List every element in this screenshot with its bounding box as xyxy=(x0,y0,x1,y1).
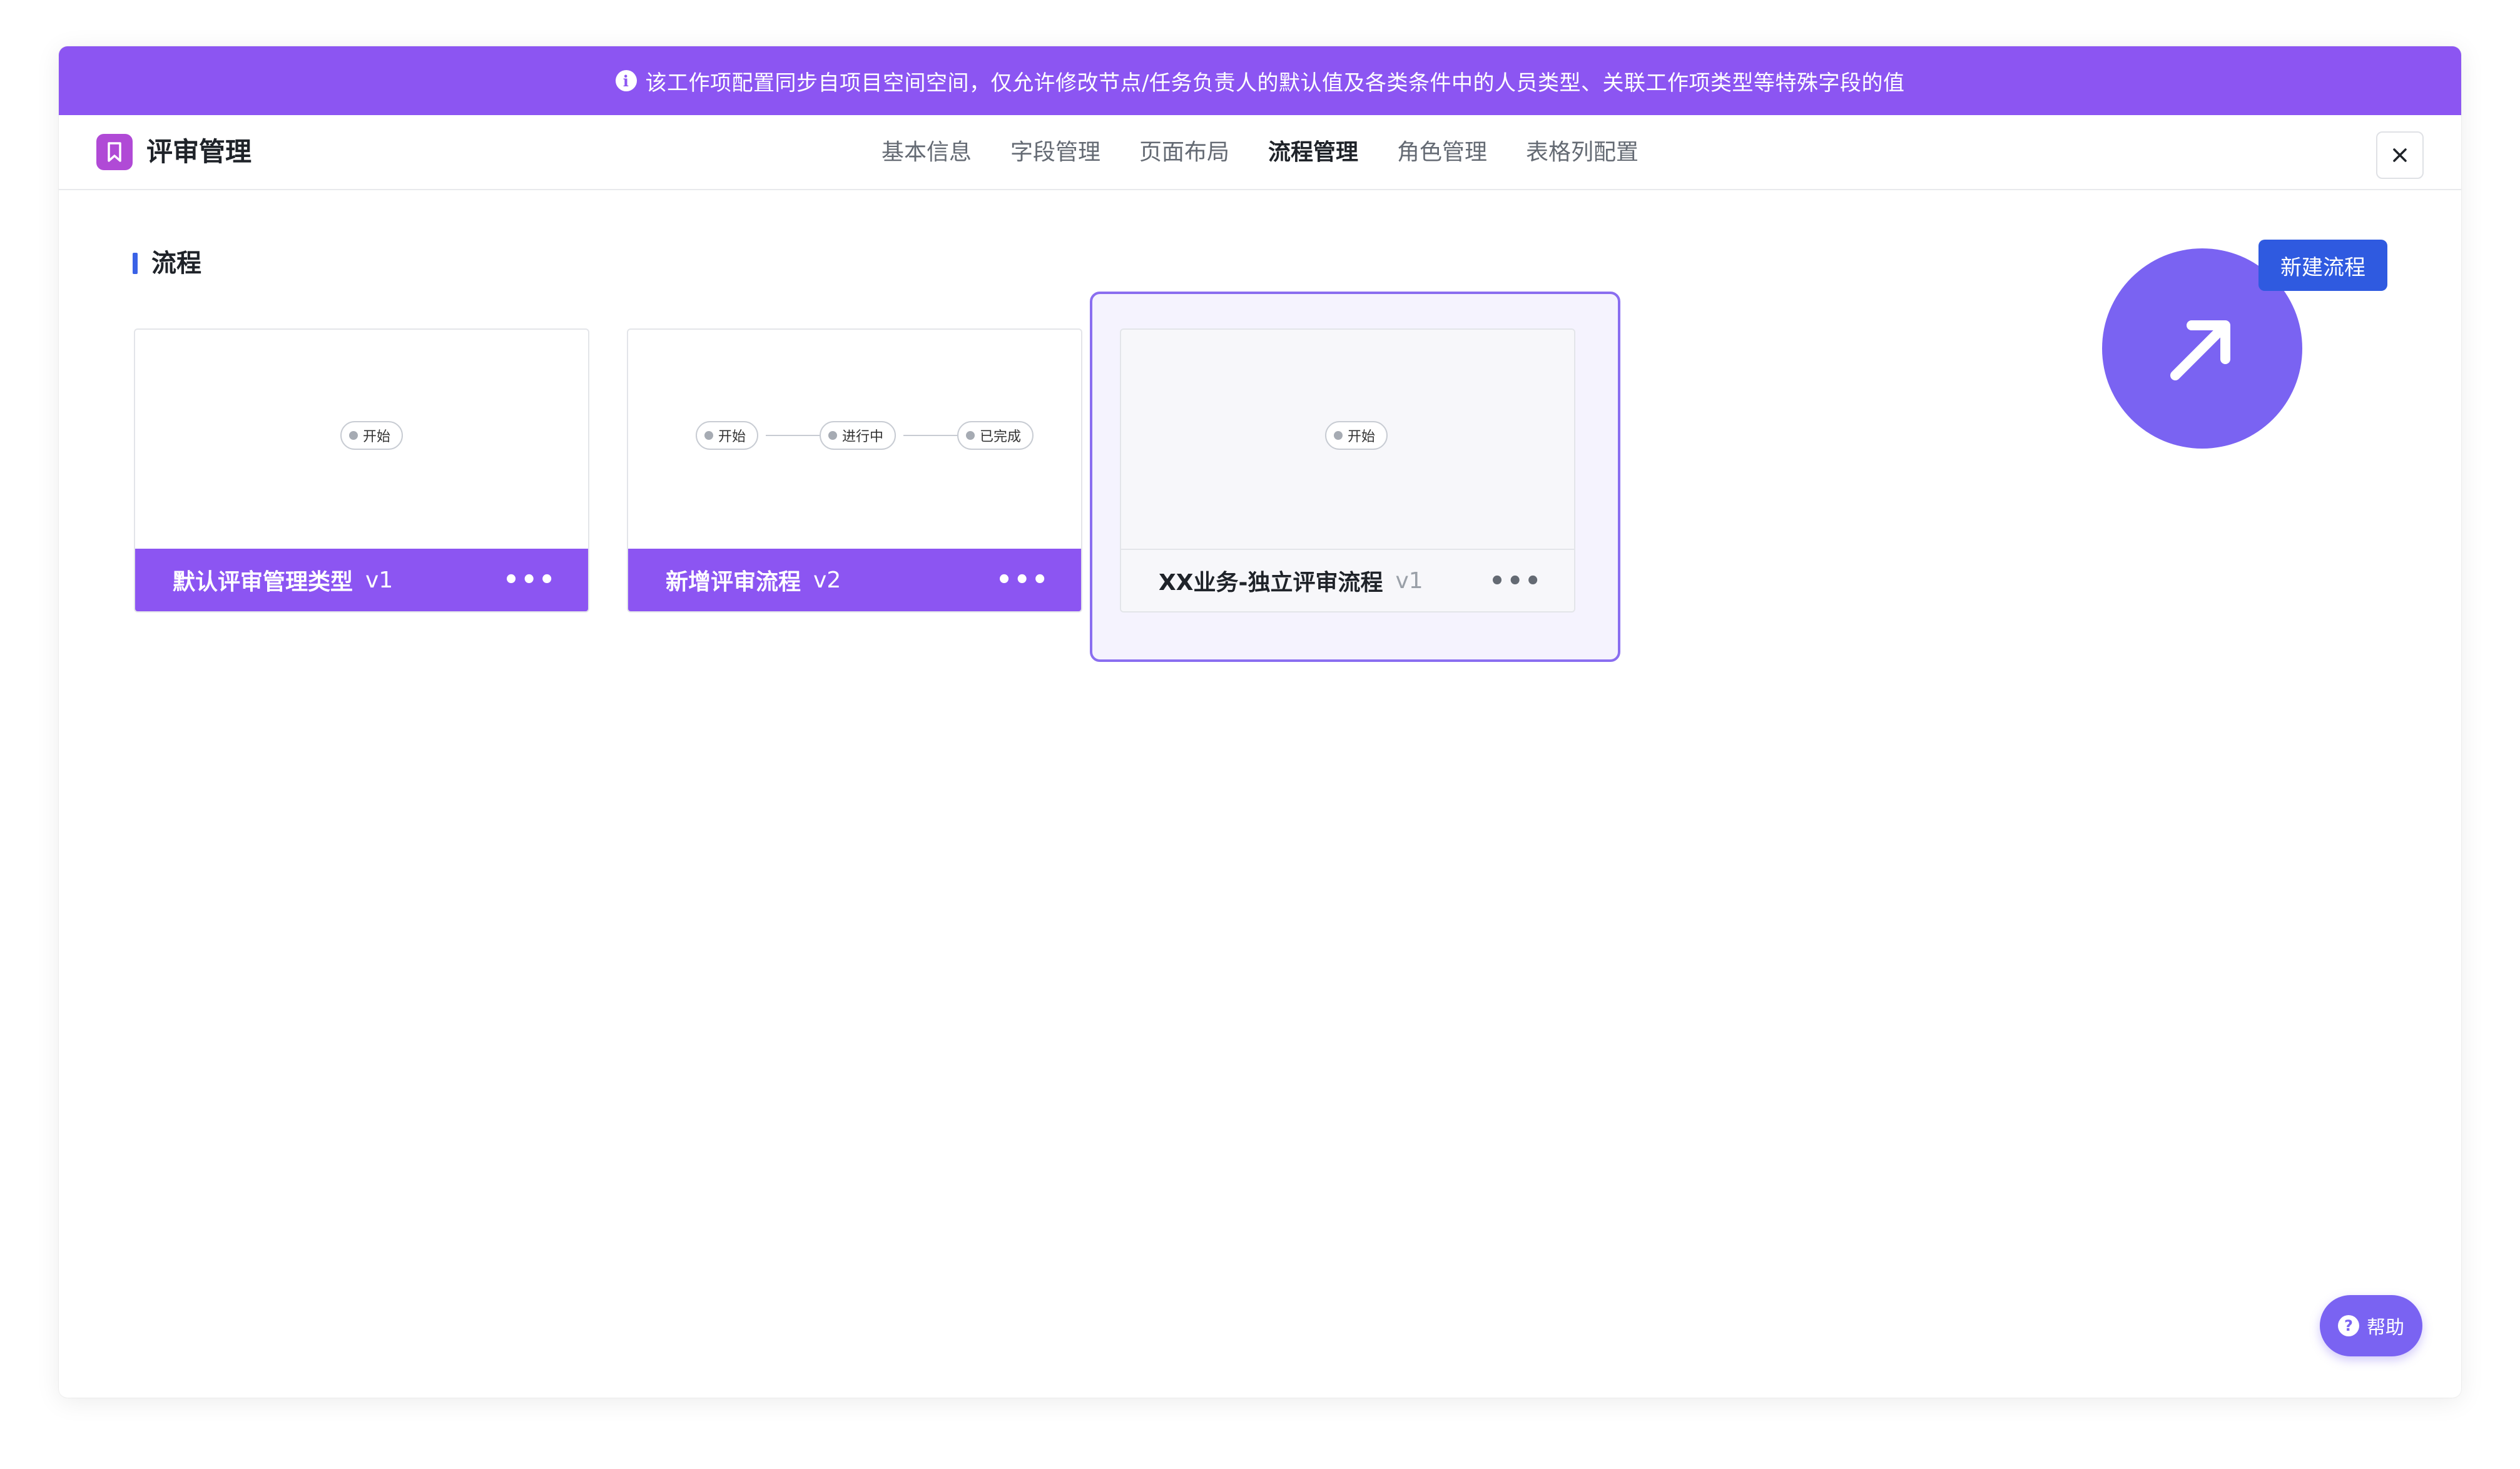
close-button[interactable] xyxy=(2376,131,2424,179)
question-icon: ? xyxy=(2338,1315,2359,1336)
section-title: 流程 xyxy=(151,249,201,278)
workflow-card[interactable]: 开始 进行中 已完成 新增评审流程 v2 ••• xyxy=(627,328,1082,613)
close-icon xyxy=(2393,148,2407,162)
workflow-name: 新增评审流程 xyxy=(666,569,801,595)
workflow-card-selected[interactable]: 开始 XX业务-独立评审流程 v1 ••• xyxy=(1120,328,1575,613)
tab-basic-info[interactable]: 基本信息 xyxy=(881,134,972,171)
workflow-card-footer: 默认评审管理类型 v1 ••• xyxy=(135,549,588,611)
more-icon[interactable]: ••• xyxy=(996,567,1050,592)
workflow-node: 已完成 xyxy=(957,421,1034,450)
workflow-name: XX业务-独立评审流程 xyxy=(1159,570,1383,596)
node-connector xyxy=(903,435,966,436)
workflow-node: 开始 xyxy=(340,421,404,450)
help-label: 帮助 xyxy=(2367,1317,2404,1339)
workflow-preview: 开始 xyxy=(135,330,588,550)
config-panel: i 该工作项配置同步自项目空间空间，仅允许修改节点/任务负责人的默认值及各类条件… xyxy=(59,46,2461,1398)
section-accent-bar xyxy=(133,253,138,274)
workflow-node: 开始 xyxy=(1325,421,1388,450)
tab-field-management[interactable]: 字段管理 xyxy=(1010,134,1100,171)
new-workflow-button[interactable]: 新建流程 xyxy=(2258,240,2387,291)
tab-page-layout[interactable]: 页面布局 xyxy=(1139,134,1229,171)
workflow-node: 开始 xyxy=(696,421,759,450)
workflow-name: 默认评审管理类型 xyxy=(173,569,353,595)
tab-workflow-management[interactable]: 流程管理 xyxy=(1268,134,1358,171)
workflow-version: v1 xyxy=(1395,567,1423,594)
sync-notice-banner: i 该工作项配置同步自项目空间空间，仅允许修改节点/任务负责人的默认值及各类条件… xyxy=(59,46,2461,115)
workflow-card-footer: XX业务-独立评审流程 v1 ••• xyxy=(1121,549,1574,611)
arrow-up-right-icon xyxy=(2170,320,2230,380)
tab-bar: 基本信息 字段管理 页面布局 流程管理 角色管理 表格列配置 xyxy=(59,134,2461,171)
workflow-preview: 开始 xyxy=(1121,330,1574,550)
more-icon[interactable]: ••• xyxy=(1489,569,1543,594)
tab-role-management[interactable]: 角色管理 xyxy=(1397,134,1487,171)
workflow-card[interactable]: 开始 默认评审管理类型 v1 ••• xyxy=(134,328,589,613)
workflow-card-footer: 新增评审流程 v2 ••• xyxy=(628,549,1081,611)
tab-table-column-config[interactable]: 表格列配置 xyxy=(1526,134,1639,171)
workflow-version: v2 xyxy=(813,567,841,593)
workflow-preview: 开始 进行中 已完成 xyxy=(628,330,1081,550)
sync-notice-text: 该工作项配置同步自项目空间空间，仅允许修改节点/任务负责人的默认值及各类条件中的… xyxy=(645,70,1905,96)
more-icon[interactable]: ••• xyxy=(503,567,557,592)
node-connector xyxy=(766,435,828,436)
help-button[interactable]: ? 帮助 xyxy=(2320,1295,2422,1356)
workflow-node: 进行中 xyxy=(820,421,897,450)
panel-header: 评审管理 基本信息 字段管理 页面布局 流程管理 角色管理 表格列配置 xyxy=(59,115,2461,190)
info-icon: i xyxy=(615,70,637,91)
workflow-version: v1 xyxy=(365,567,394,593)
